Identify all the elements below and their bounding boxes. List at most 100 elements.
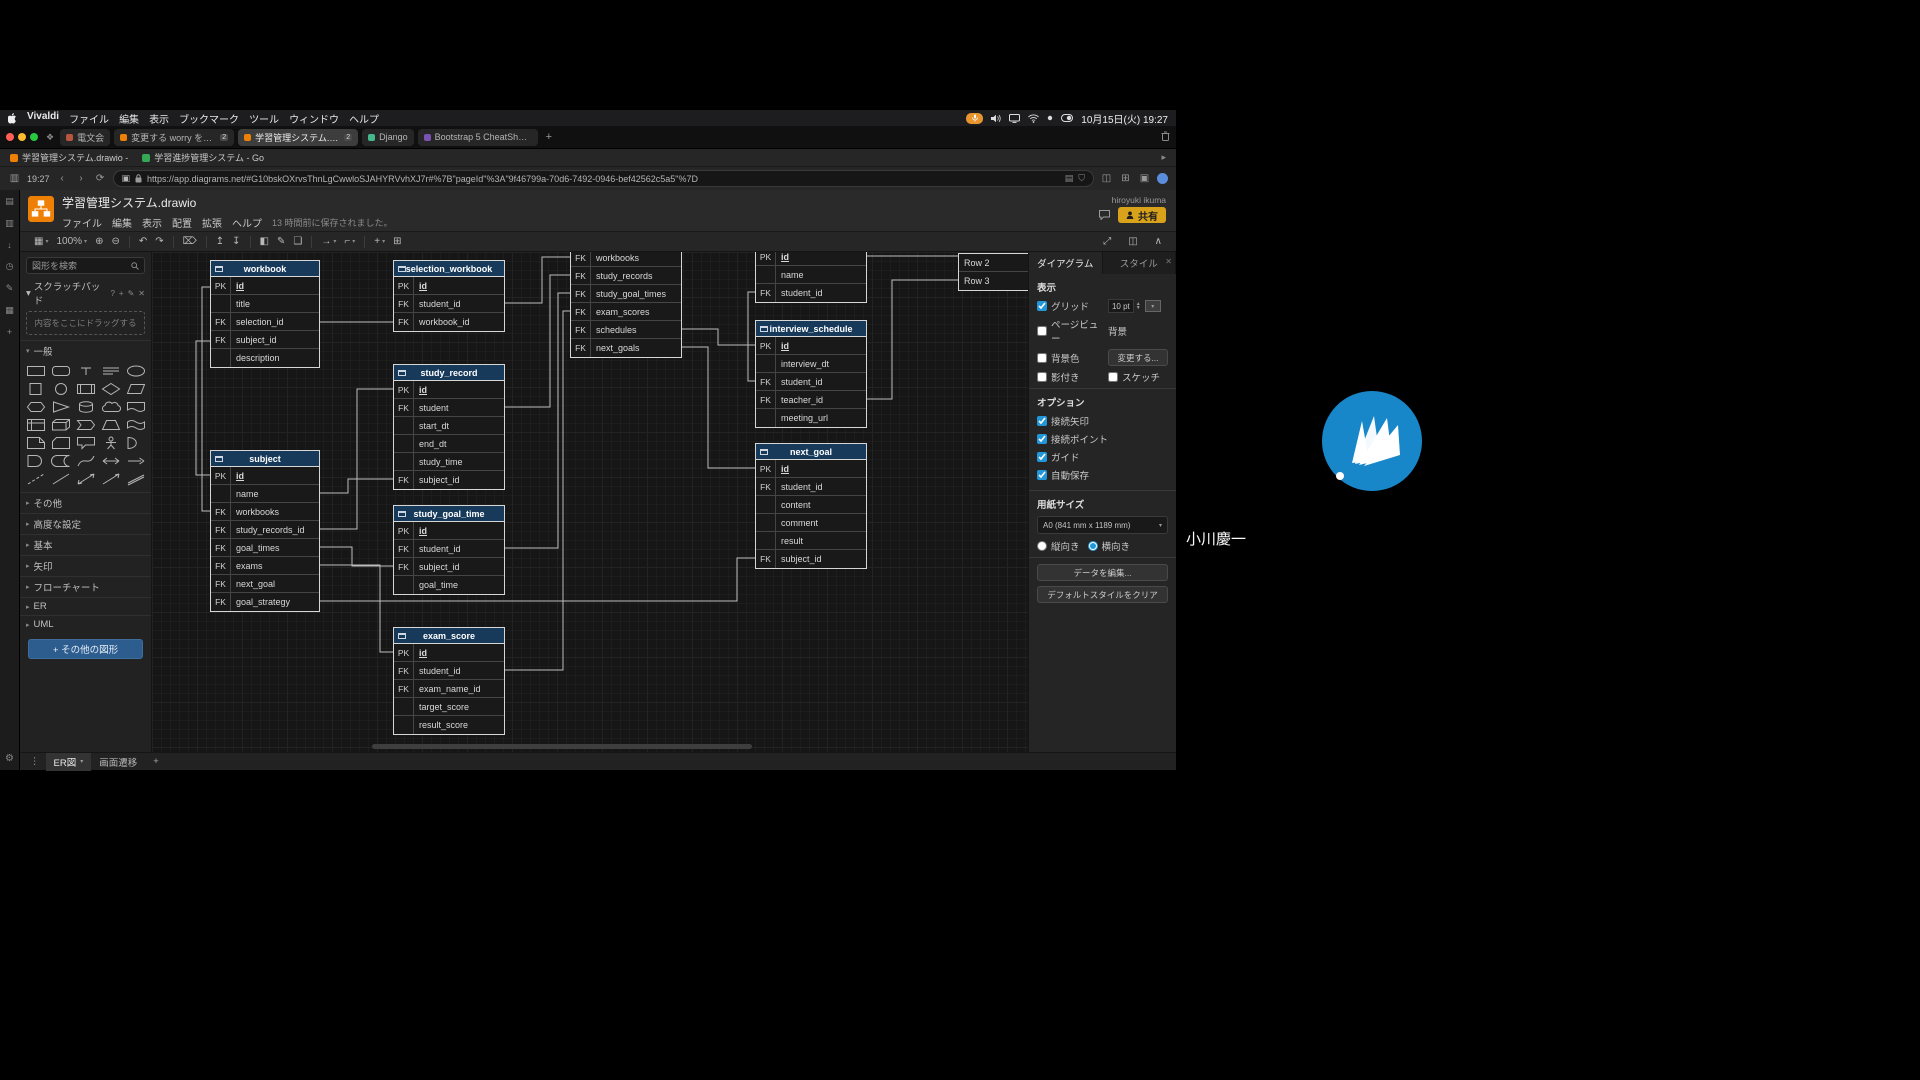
- line-color-button[interactable]: ✎: [273, 236, 289, 247]
- checkbox-接続ポイント[interactable]: [1037, 434, 1047, 444]
- notes-panel-icon[interactable]: ✎: [6, 283, 14, 294]
- url-field[interactable]: ▣ https://app.diagrams.net/#G10bskOXrvsT…: [113, 170, 1094, 187]
- er-relationship-line[interactable]: [505, 293, 570, 548]
- shape-document[interactable]: [124, 399, 147, 415]
- chevron-down-icon[interactable]: ▾: [26, 288, 31, 299]
- browser-tab[interactable]: 学習管理システム.draw2: [238, 129, 358, 146]
- er-row[interactable]: PKid: [394, 277, 504, 295]
- er-row[interactable]: end_dt: [394, 435, 504, 453]
- back-button[interactable]: ‹: [56, 173, 69, 184]
- grid-size-stepper-icon[interactable]: ▲▼: [1136, 302, 1141, 310]
- er-row[interactable]: FKstudent_id: [756, 373, 866, 391]
- volume-icon[interactable]: [991, 114, 1001, 123]
- workspace-icon[interactable]: ❖: [46, 132, 54, 143]
- er-row[interactable]: goal_time: [394, 576, 504, 594]
- er-row[interactable]: interview_dt: [756, 355, 866, 373]
- grid-color-swatch[interactable]: ▾: [1145, 300, 1161, 312]
- user-name[interactable]: hiroyuki ikuma: [1112, 195, 1166, 205]
- shape-card[interactable]: [49, 435, 72, 451]
- er-row[interactable]: comment: [756, 514, 866, 532]
- shape-rounded-rectangle[interactable]: [49, 363, 72, 379]
- er-row[interactable]: target_score: [394, 698, 504, 716]
- drawio-menu-拡張[interactable]: 拡張: [202, 215, 222, 230]
- zoom-in-button[interactable]: ⊕: [91, 236, 107, 247]
- landscape-radio[interactable]: [1088, 541, 1098, 551]
- er-table-study_goal_time[interactable]: study_goal_timePKidFKstudent_idFKsubject…: [393, 505, 505, 595]
- shape-ellipse[interactable]: [124, 363, 147, 379]
- change-background-button[interactable]: 変更する...: [1108, 349, 1168, 366]
- bookmark-folder-icon[interactable]: ▸: [1161, 152, 1166, 163]
- er-relationship-line[interactable]: [682, 347, 755, 468]
- er-relationship-line[interactable]: [505, 257, 570, 303]
- er-row[interactable]: FKgoal_times: [211, 539, 319, 557]
- mac-menu-7[interactable]: ヘルプ: [349, 111, 379, 126]
- er-row[interactable]: PKid: [394, 381, 504, 399]
- shadow-button[interactable]: ❑: [289, 236, 306, 247]
- redo-button[interactable]: ↷: [151, 236, 167, 247]
- er-table-header[interactable]: workbook: [211, 261, 319, 277]
- er-table-teacher[interactable]: PKidnameFKstudent_id: [755, 252, 867, 303]
- scratchpad-close-icon[interactable]: ✕: [138, 289, 145, 298]
- undo-button[interactable]: ↶: [135, 236, 151, 247]
- shape-trapezoid[interactable]: [99, 417, 122, 433]
- share-button[interactable]: 共有: [1118, 207, 1166, 223]
- downloads-panel-icon[interactable]: ↓: [7, 240, 12, 250]
- insert-button[interactable]: +▾: [370, 236, 389, 247]
- er-table-exam_score[interactable]: exam_scorePKidFKstudent_idFKexam_name_id…: [393, 627, 505, 735]
- checkbox-グリッド[interactable]: [1037, 301, 1047, 311]
- er-row[interactable]: PKid: [211, 467, 319, 485]
- er-relationship-line[interactable]: [505, 275, 570, 407]
- fullscreen-button[interactable]: ⤢: [1099, 236, 1115, 247]
- zoom-out-button[interactable]: ⊖: [107, 236, 123, 247]
- er-table-header[interactable]: exam_score: [394, 628, 504, 644]
- format-option-背景色[interactable]: 背景色: [1037, 351, 1106, 365]
- shape-parallelogram[interactable]: [124, 381, 147, 397]
- grid-size-control[interactable]: 10 pt▲▼▾: [1108, 299, 1168, 313]
- scratchpad-help-icon[interactable]: ?: [110, 289, 114, 298]
- sidebar-section-その他[interactable]: ▸その他: [20, 492, 151, 513]
- er-row[interactable]: start_dt: [394, 417, 504, 435]
- site-badge-icon[interactable]: ▣: [122, 173, 131, 184]
- checkbox-自動保存[interactable]: [1037, 470, 1047, 480]
- er-row[interactable]: Row 3: [959, 272, 1028, 290]
- er-row[interactable]: FKstudent_id: [394, 662, 504, 680]
- er-row[interactable]: FKschedules: [571, 321, 681, 339]
- format-panel-toggle-button[interactable]: ◫: [1124, 236, 1141, 247]
- checkbox-スケッチ[interactable]: [1108, 372, 1118, 382]
- browser-profile-avatar[interactable]: [1157, 173, 1168, 184]
- shape-tape[interactable]: [124, 417, 147, 433]
- er-row[interactable]: FKstudent_id: [394, 295, 504, 313]
- shape-curve[interactable]: [74, 453, 97, 469]
- format-close-icon[interactable]: ✕: [1165, 257, 1172, 266]
- er-row[interactable]: FKsubject_id: [211, 331, 319, 349]
- er-table-header[interactable]: study_goal_time: [394, 506, 504, 522]
- er-relationship-line[interactable]: [748, 292, 755, 381]
- shape-arrow[interactable]: [124, 453, 147, 469]
- sidebar-section-基本[interactable]: ▸基本: [20, 534, 151, 555]
- mac-menu-4[interactable]: ブックマーク: [179, 111, 239, 126]
- comment-icon[interactable]: [1099, 210, 1110, 220]
- shape-heading[interactable]: [99, 363, 122, 379]
- portrait-radio[interactable]: [1037, 541, 1047, 551]
- er-row[interactable]: PKid: [394, 644, 504, 662]
- er-row[interactable]: PKid: [756, 337, 866, 355]
- mac-menu-1[interactable]: ファイル: [69, 111, 109, 126]
- er-row[interactable]: FKstudy_records_id: [211, 521, 319, 539]
- mac-menu-3[interactable]: 表示: [149, 111, 169, 126]
- wifi-icon[interactable]: [1028, 114, 1039, 123]
- er-row[interactable]: FKteacher_id: [756, 391, 866, 409]
- format-option-接続ポイント[interactable]: 接続ポイント: [1037, 432, 1168, 446]
- drawio-menu-配置[interactable]: 配置: [172, 215, 192, 230]
- er-row[interactable]: meeting_url: [756, 409, 866, 427]
- er-row[interactable]: FKworkbook_id: [394, 313, 504, 331]
- bookmark-item[interactable]: 学習管理システム.drawio -: [10, 151, 128, 164]
- shape-line[interactable]: [49, 471, 72, 487]
- checkbox-影付き[interactable]: [1037, 372, 1047, 382]
- er-row[interactable]: result: [756, 532, 866, 550]
- er-row[interactable]: FKsubject_id: [394, 471, 504, 489]
- er-row[interactable]: FKstudent_id: [394, 540, 504, 558]
- to-front-button[interactable]: ↥: [212, 236, 228, 247]
- control-center-icon[interactable]: [1061, 114, 1073, 122]
- er-relationship-line[interactable]: [202, 287, 210, 511]
- er-row[interactable]: FKstudy_goal_times: [571, 285, 681, 303]
